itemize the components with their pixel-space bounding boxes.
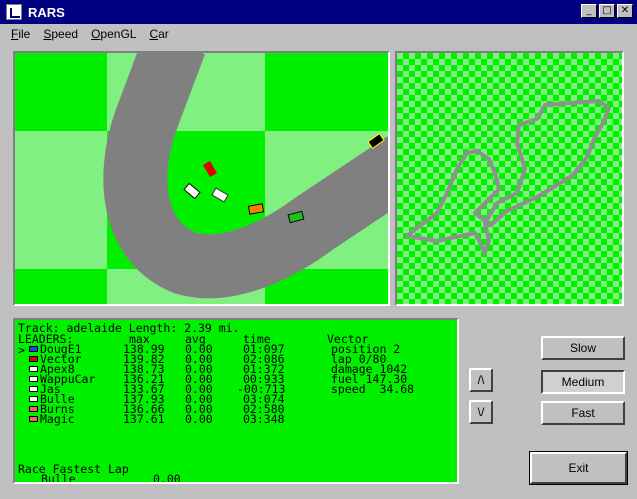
leader-time: 03:348 <box>243 412 285 426</box>
car-status-speed: speed 34.68 <box>331 382 415 396</box>
track-map-canvas <box>397 53 622 304</box>
title-bar: RARS _ □ ✕ <box>0 0 637 24</box>
car-color-icon <box>29 376 38 382</box>
menu-bar: File Speed OpenGL Car <box>0 24 637 44</box>
menu-speed[interactable]: Speed <box>43 27 78 41</box>
selected-marker: > <box>18 343 25 357</box>
fastest-lap-driver: Bulle <box>41 472 76 484</box>
exit-button[interactable]: Exit <box>529 451 628 485</box>
window-controls: _ □ ✕ <box>581 4 633 18</box>
info-panel: Track: adelaide Length: 2.39 mi. LEADERS… <box>13 318 459 484</box>
slow-button[interactable]: Slow <box>541 336 625 360</box>
menu-opengl[interactable]: OpenGL <box>91 27 136 41</box>
menu-speed-label: peed <box>51 27 79 41</box>
close-button[interactable]: ✕ <box>617 4 633 18</box>
leader-name: Magic <box>40 412 75 426</box>
map-background <box>397 53 622 304</box>
checker-tile <box>15 53 107 131</box>
menu-file[interactable]: File <box>11 27 30 41</box>
leader-avg: 0.00 <box>185 412 213 426</box>
app-icon <box>6 4 22 20</box>
menu-car-mnemonic: C <box>149 27 159 41</box>
leader-max: 137.61 <box>123 412 165 426</box>
menu-car[interactable]: Car <box>149 27 168 41</box>
scroll-up-button[interactable]: /\ <box>469 368 493 392</box>
car-color-icon <box>29 406 38 412</box>
fast-button[interactable]: Fast <box>541 401 625 425</box>
car-color-icon <box>29 416 38 422</box>
fastest-lap-value: 0.00 <box>153 472 181 484</box>
menu-file-label: ile <box>18 27 31 41</box>
car-color-icon <box>29 366 38 372</box>
maximize-button[interactable]: □ <box>599 4 615 18</box>
race-view-canvas <box>15 53 388 304</box>
menu-opengl-label: penGL <box>100 27 137 41</box>
car-orange <box>247 203 265 215</box>
checker-tile <box>265 53 388 131</box>
minimize-button[interactable]: _ <box>581 4 597 18</box>
menu-car-label: ar <box>158 27 169 41</box>
car-color-icon <box>29 386 38 392</box>
car-color-icon <box>29 356 38 362</box>
medium-button[interactable]: Medium <box>541 370 625 394</box>
checker-tile <box>15 131 107 269</box>
checker-tile <box>15 269 107 304</box>
scroll-down-button[interactable]: \/ <box>469 400 493 424</box>
window-title: RARS <box>28 4 65 20</box>
track-map[interactable] <box>395 51 624 306</box>
car-color-icon <box>29 396 38 402</box>
car-color-icon <box>29 346 38 352</box>
race-view[interactable] <box>13 51 390 306</box>
